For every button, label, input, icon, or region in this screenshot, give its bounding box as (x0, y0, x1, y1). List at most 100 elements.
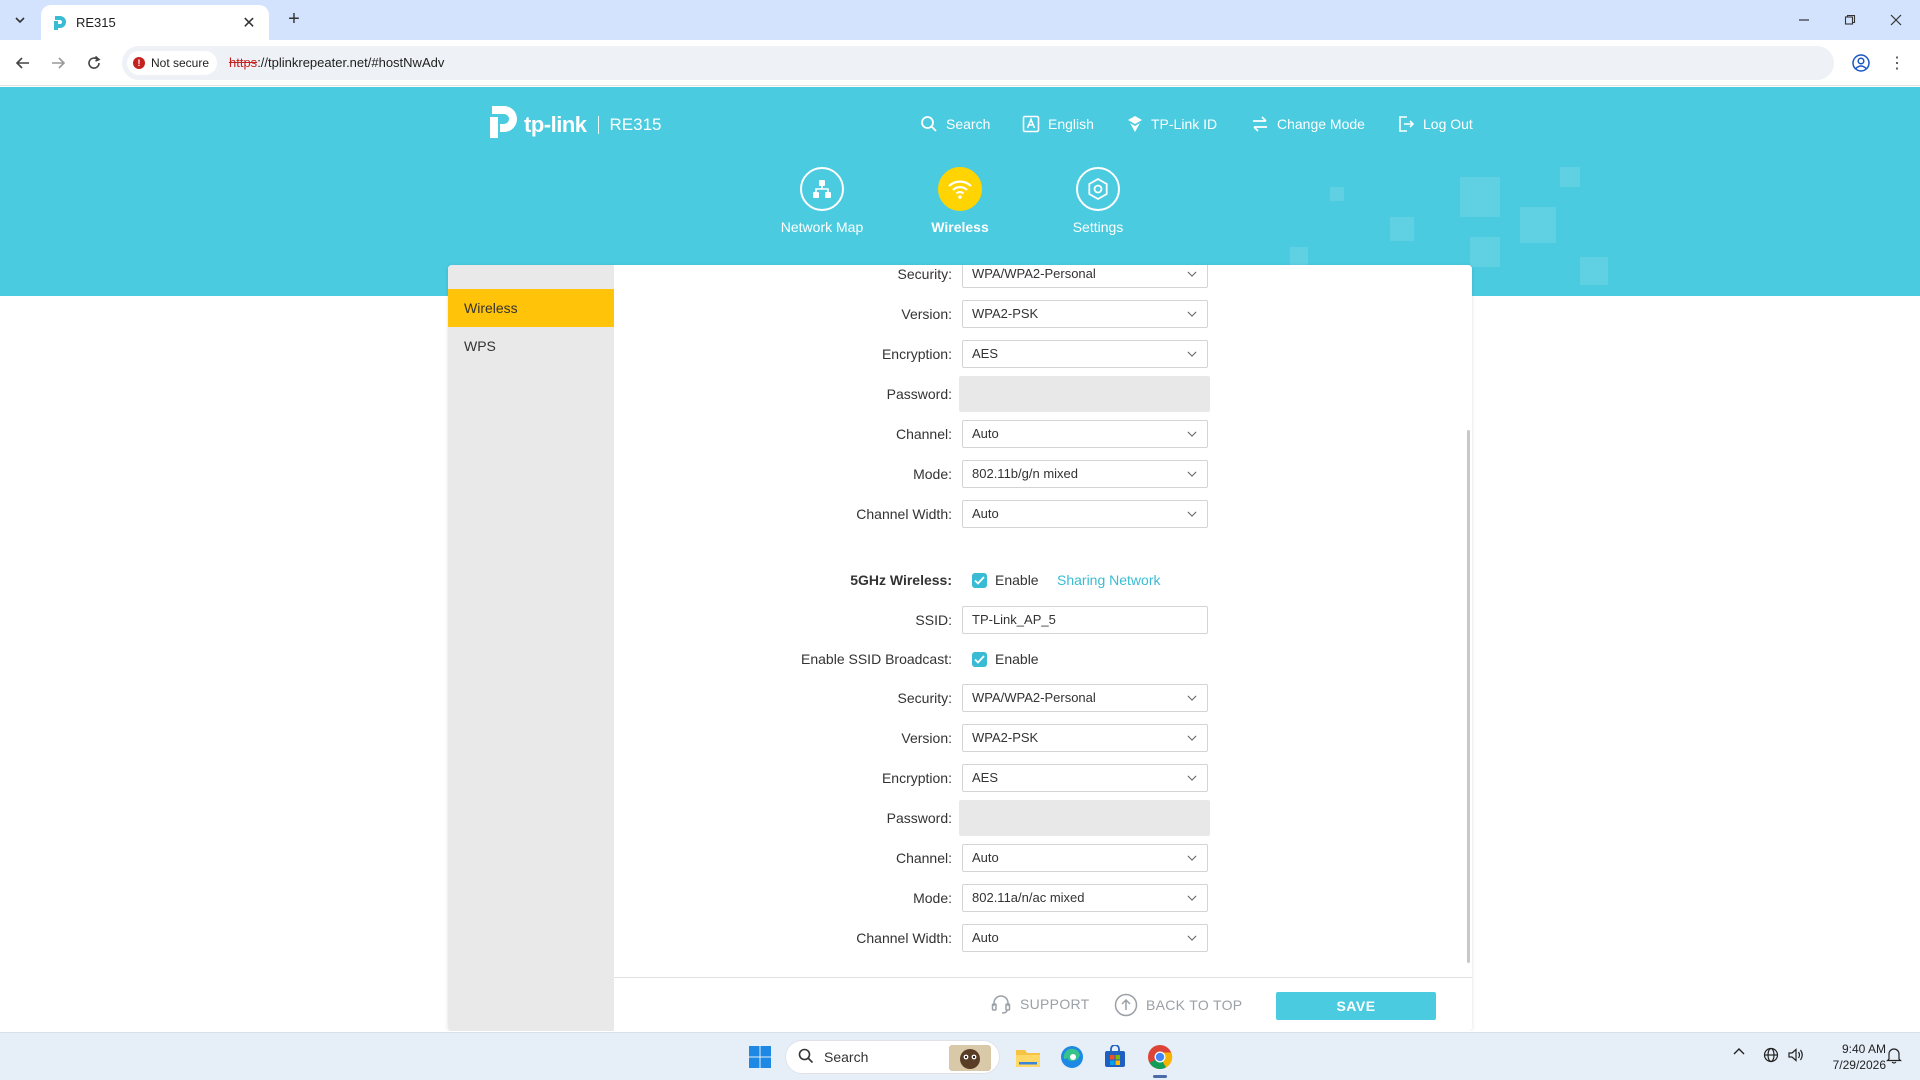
microsoft-store-icon[interactable] (1099, 1041, 1131, 1073)
mode-select-5g[interactable]: 802.11a/n/ac mixed (962, 884, 1208, 912)
ssid-input-5g[interactable]: TP-Link_AP_5 (962, 606, 1208, 634)
sidebar-item-wireless[interactable]: Wireless (448, 289, 614, 327)
chevron-down-icon (1187, 773, 1197, 783)
warning-icon: ! (133, 57, 145, 69)
logout-link[interactable]: Log Out (1397, 115, 1473, 133)
row-24-channel: Channel: Auto (614, 420, 1472, 448)
settings-label: Settings (1072, 219, 1124, 235)
mode-select-24[interactable]: 802.11b/g/n mixed (962, 460, 1208, 488)
encryption-select-24[interactable]: AES (962, 340, 1208, 368)
row-5g-channel-width: Channel Width: Auto (614, 924, 1472, 952)
taskbar-search-box[interactable]: Search (785, 1040, 1000, 1074)
chrome-icon[interactable] (1144, 1041, 1176, 1073)
windows-taskbar: Search 9:40 AM 7/29/2026 (0, 1032, 1920, 1080)
sharing-network-link[interactable]: Sharing Network (1057, 566, 1161, 594)
sidebar: Wireless WPS (448, 265, 614, 1031)
browser-menu-icon[interactable]: ⋮ (1886, 52, 1908, 74)
encryption-select-5g[interactable]: AES (962, 764, 1208, 792)
5ghz-enable-checkbox[interactable] (972, 573, 987, 588)
banner-decoration (1580, 257, 1608, 285)
channel-width-label: Channel Width: (856, 506, 952, 522)
change-mode-link[interactable]: Change Mode (1251, 115, 1365, 133)
password-field-24[interactable] (959, 376, 1210, 412)
minimize-icon[interactable] (1782, 6, 1826, 34)
reload-icon[interactable] (82, 51, 106, 75)
ssid-label: SSID: (915, 612, 952, 628)
security-select-24[interactable]: WPA/WPA2-Personal (962, 265, 1208, 288)
taskbar-clock[interactable]: 9:40 AM 7/29/2026 (1810, 1041, 1886, 1073)
channel-select-5g[interactable]: Auto (962, 844, 1208, 872)
browser-tab[interactable]: RE315 ✕ (41, 5, 269, 40)
back-arrow-icon[interactable] (11, 51, 35, 75)
profile-avatar-icon[interactable] (1850, 52, 1872, 74)
channel-label: Channel: (895, 426, 952, 442)
not-secure-chip[interactable]: ! Not secure (127, 51, 218, 75)
back-to-top-link[interactable]: BACK TO TOP (1114, 993, 1242, 1017)
password-label: Password: (886, 810, 952, 826)
version-select-5g[interactable]: WPA2-PSK (962, 724, 1208, 752)
new-tab-button[interactable]: + (282, 8, 306, 32)
channel-label: Channel: (895, 850, 952, 866)
headset-icon (990, 993, 1012, 1015)
encryption-value: AES (972, 770, 999, 785)
nav-network-map[interactable]: Network Map (762, 167, 882, 235)
close-window-icon[interactable] (1874, 6, 1918, 34)
row-5g-broadcast: Enable SSID Broadcast: Enable (614, 645, 1472, 673)
close-tab-icon[interactable]: ✕ (239, 13, 259, 33)
channel-width-label: Channel Width: (856, 930, 952, 946)
sidebar-item-wps[interactable]: WPS (448, 327, 614, 365)
content-scrollbar[interactable] (1467, 430, 1470, 963)
chevron-down-icon (1187, 693, 1197, 703)
tab-search-button[interactable] (8, 8, 32, 32)
banner-decoration (1470, 237, 1500, 267)
network-globe-icon[interactable] (1763, 1047, 1779, 1063)
edge-browser-icon[interactable] (1056, 1041, 1088, 1073)
version-select-24[interactable]: WPA2-PSK (962, 300, 1208, 328)
channel-width-select-24[interactable]: Auto (962, 500, 1208, 528)
search-highlight-image (949, 1045, 991, 1071)
network-map-icon (800, 167, 844, 211)
forward-arrow-icon[interactable] (46, 51, 70, 75)
tab-title: RE315 (76, 15, 116, 30)
file-explorer-icon[interactable] (1012, 1041, 1044, 1073)
router-page: tp-link RE315 Search English TP-Link ID … (0, 87, 1920, 1031)
volume-icon[interactable] (1787, 1047, 1805, 1063)
chevron-down-icon (15, 17, 25, 24)
row-24-password: Password: (614, 376, 1472, 412)
mode-value: 802.11b/g/n mixed (972, 466, 1078, 481)
security-select-5g[interactable]: WPA/WPA2-Personal (962, 684, 1208, 712)
change-mode-label: Change Mode (1277, 116, 1365, 132)
show-hidden-icons-icon[interactable] (1733, 1047, 1745, 1055)
channel-select-24[interactable]: Auto (962, 420, 1208, 448)
windows-start-icon[interactable] (744, 1041, 776, 1073)
mode-label: Mode: (913, 466, 952, 482)
ssid-broadcast-checkbox[interactable] (972, 652, 987, 667)
nav-wireless[interactable]: Wireless (900, 167, 1020, 235)
save-button[interactable]: SAVE (1276, 992, 1436, 1020)
nav-settings[interactable]: Settings (1038, 167, 1158, 235)
url-text[interactable]: https://tplinkrepeater.net/#hostNwAdv (229, 55, 444, 70)
tplink-id-link[interactable]: TP-Link ID (1127, 115, 1217, 133)
chevron-down-icon (1187, 933, 1197, 943)
channel-width-select-5g[interactable]: Auto (962, 924, 1208, 952)
brand-logo: tp-link RE315 (484, 104, 661, 145)
brand-divider (597, 115, 599, 134)
password-field-5g[interactable] (959, 800, 1210, 836)
5ghz-enable-label: Enable (995, 572, 1039, 588)
address-bar[interactable]: ! Not secure https://tplinkrepeater.net/… (122, 46, 1834, 80)
version-value: WPA2-PSK (972, 306, 1039, 321)
mode-label: Mode: (913, 890, 952, 906)
encryption-label: Encryption: (881, 346, 952, 362)
row-24-encryption: Encryption: AES (614, 340, 1472, 368)
arrow-up-circle-icon (1114, 993, 1138, 1017)
language-link[interactable]: English (1022, 115, 1094, 133)
row-5g-mode: Mode: 802.11a/n/ac mixed (614, 884, 1472, 912)
row-5g-channel: Channel: Auto (614, 844, 1472, 872)
network-map-label: Network Map (780, 219, 864, 235)
version-label: Version: (901, 730, 952, 746)
support-link[interactable]: SUPPORT (990, 993, 1090, 1015)
row-24-mode: Mode: 802.11b/g/n mixed (614, 460, 1472, 488)
header-search-link[interactable]: Search (920, 115, 990, 133)
notification-bell-icon[interactable] (1886, 1046, 1902, 1064)
restore-icon[interactable] (1828, 6, 1872, 34)
